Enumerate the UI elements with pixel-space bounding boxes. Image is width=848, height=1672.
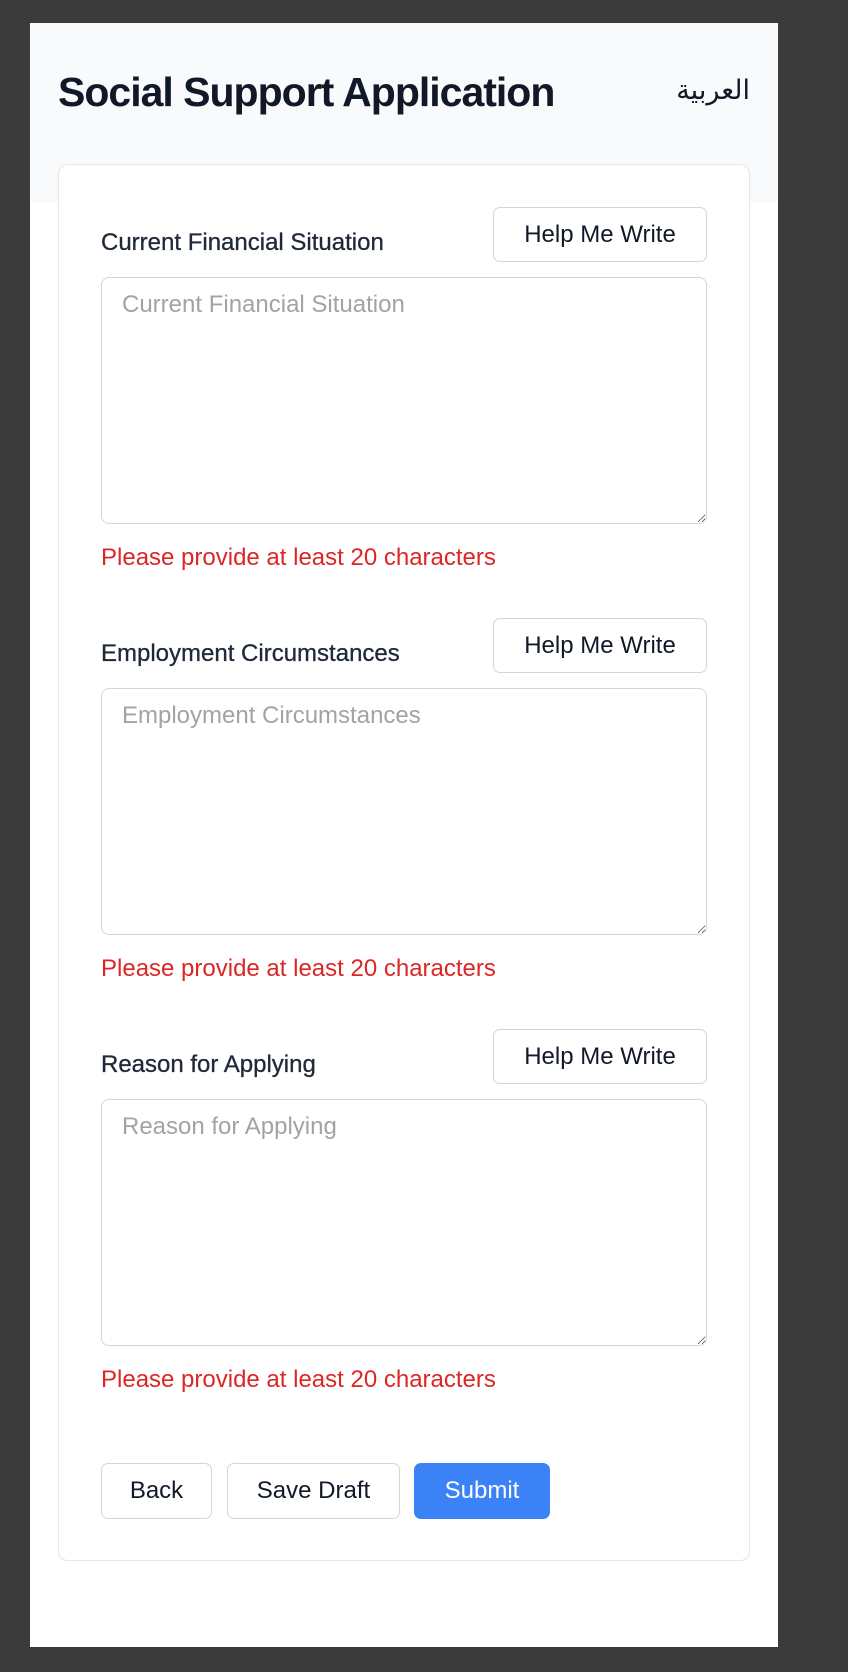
reason-for-applying-field: Reason for Applying Help Me Write Please… <box>101 1029 707 1409</box>
financial-situation-textarea[interactable] <box>101 277 707 524</box>
financial-situation-field: Current Financial Situation Help Me Writ… <box>101 207 707 587</box>
reason-for-applying-help-button[interactable]: Help Me Write <box>493 1029 707 1084</box>
reason-for-applying-error: Please provide at least 20 characters <box>101 1366 496 1393</box>
employment-circumstances-help-button[interactable]: Help Me Write <box>493 618 707 673</box>
language-toggle-button[interactable]: العربية <box>676 75 750 106</box>
employment-circumstances-textarea[interactable] <box>101 688 707 935</box>
submit-button[interactable]: Submit <box>414 1463 550 1519</box>
financial-situation-error: Please provide at least 20 characters <box>101 544 496 571</box>
employment-circumstances-field: Employment Circumstances Help Me Write P… <box>101 618 707 998</box>
page-title: Social Support Application <box>58 69 555 115</box>
employment-circumstances-error: Please provide at least 20 characters <box>101 955 496 982</box>
financial-situation-help-button[interactable]: Help Me Write <box>493 207 707 262</box>
application-form-card: Current Financial Situation Help Me Writ… <box>58 164 750 1561</box>
reason-for-applying-label: Reason for Applying <box>101 1051 316 1078</box>
reason-for-applying-textarea[interactable] <box>101 1099 707 1346</box>
save-draft-button[interactable]: Save Draft <box>227 1463 400 1519</box>
employment-circumstances-label: Employment Circumstances <box>101 640 400 667</box>
financial-situation-label: Current Financial Situation <box>101 229 384 256</box>
back-button[interactable]: Back <box>101 1463 212 1519</box>
app-window: Social Support Application العربية Curre… <box>30 23 778 1647</box>
